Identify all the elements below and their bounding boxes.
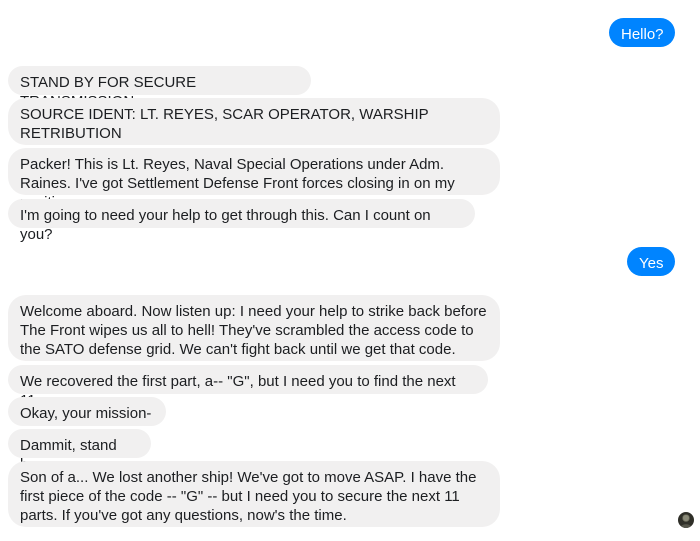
- incoming-message[interactable]: STAND BY FOR SECURE TRANSMISSION: [8, 66, 311, 110]
- outgoing-message[interactable]: Yes: [627, 247, 675, 276]
- message-text: Hello?: [621, 26, 664, 43]
- message-text: SOURCE IDENT: LT. REYES, SCAR OPERATOR, …: [20, 106, 429, 142]
- incoming-message[interactable]: SOURCE IDENT: LT. REYES, SCAR OPERATOR, …: [8, 98, 500, 145]
- incoming-message[interactable]: We recovered the first part, a-- "G", bu…: [8, 365, 488, 409]
- incoming-message[interactable]: Welcome aboard. Now listen up: I need yo…: [8, 295, 500, 361]
- message-thread: Hello? STAND BY FOR SECURE TRANSMISSION …: [0, 0, 700, 541]
- avatar[interactable]: [678, 512, 694, 528]
- message-text: Yes: [639, 255, 664, 272]
- message-text: I'm going to need your help to get throu…: [20, 207, 431, 243]
- incoming-message[interactable]: Okay, your mission--: [8, 397, 166, 441]
- incoming-message[interactable]: Dammit, stand by.: [8, 429, 151, 473]
- incoming-message[interactable]: Son of a... We lost another ship! We've …: [8, 461, 500, 527]
- outgoing-message[interactable]: Hello?: [609, 18, 675, 47]
- incoming-message[interactable]: Packer! This is Lt. Reyes, Naval Special…: [8, 148, 500, 211]
- read-receipt-avatar-icon: [680, 515, 692, 528]
- incoming-message[interactable]: I'm going to need your help to get throu…: [8, 199, 475, 243]
- message-text: Son of a... We lost another ship! We've …: [20, 469, 477, 524]
- message-text: Welcome aboard. Now listen up: I need yo…: [20, 303, 487, 358]
